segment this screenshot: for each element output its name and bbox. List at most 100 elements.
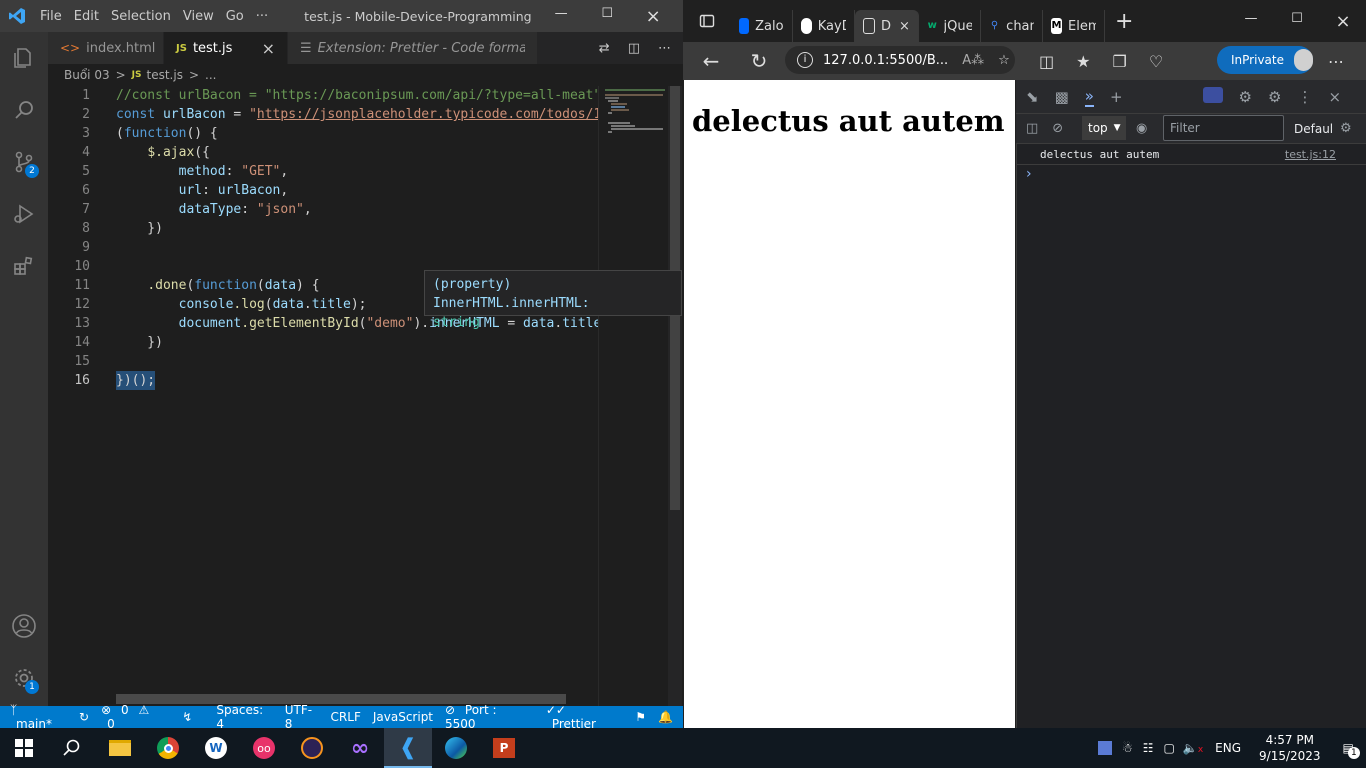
tab-test-js[interactable]: JS test.js × xyxy=(164,32,288,64)
favorite-star-icon[interactable]: ☆ xyxy=(998,53,1010,68)
browser-tab[interactable]: KayDa xyxy=(793,10,855,42)
menu-more[interactable]: ··· xyxy=(256,9,268,24)
inspect-element-icon[interactable]: ⬊ xyxy=(1026,88,1039,106)
tab-close-icon[interactable]: × xyxy=(899,19,910,34)
collections-icon[interactable]: ❐ xyxy=(1112,52,1126,71)
devtools-close-icon[interactable]: × xyxy=(1328,88,1341,106)
read-aloud-icon[interactable]: A⁂ xyxy=(962,53,984,68)
tab-actions-icon[interactable] xyxy=(683,13,731,29)
file-explorer-icon[interactable] xyxy=(96,728,144,768)
breadcrumb-folder[interactable]: Buổi 03 xyxy=(64,68,110,82)
code-line[interactable]: 15 xyxy=(48,352,683,371)
branch-status[interactable]: ᛉ main* xyxy=(10,703,67,731)
code-line[interactable]: 7 dataType: "json", xyxy=(48,200,683,219)
volume-muted-icon[interactable]: 🔈x xyxy=(1183,741,1203,755)
code-line[interactable]: 1 //const urlBacon = "https://baconipsum.… xyxy=(48,86,683,105)
sidebar-toggle-icon[interactable]: ◫ xyxy=(1026,121,1038,136)
eclipse-icon[interactable] xyxy=(288,728,336,768)
new-tab-button[interactable]: + xyxy=(1115,9,1133,34)
tab-close-icon[interactable]: × xyxy=(262,39,275,58)
language-indicator[interactable]: ENG xyxy=(1215,741,1241,755)
accounts-icon[interactable] xyxy=(0,600,48,652)
breadcrumb-file[interactable]: test.js xyxy=(147,68,183,82)
run-debug-icon[interactable] xyxy=(0,188,48,240)
source-control-icon[interactable]: 2 xyxy=(0,136,48,188)
open-changes-icon[interactable]: ⇄ xyxy=(599,41,610,56)
notifications-bell-icon[interactable]: 🔔 xyxy=(658,710,673,724)
browser-essentials-icon[interactable]: ♡ xyxy=(1149,52,1163,71)
minimize-button[interactable]: — xyxy=(538,6,584,27)
customize-icon[interactable]: ⚙ xyxy=(1239,88,1252,106)
browser-tab[interactable]: M Eleme xyxy=(1043,10,1105,42)
menu-go[interactable]: Go xyxy=(226,9,244,24)
live-expression-icon[interactable]: ◉ xyxy=(1136,121,1147,136)
sync-icon[interactable]: ↻ xyxy=(79,710,89,724)
tray-app-icon[interactable] xyxy=(1098,741,1112,755)
console-source-link[interactable]: test.js:12 xyxy=(1285,148,1336,161)
split-screen-icon[interactable]: ◫ xyxy=(1039,52,1054,71)
browser-tab[interactable]: wjQuery xyxy=(919,10,981,42)
console-filter-input[interactable]: Filter xyxy=(1163,115,1284,141)
app-oo-icon[interactable]: oo xyxy=(240,728,288,768)
prettier-status[interactable]: ✓✓ Prettier xyxy=(546,703,623,731)
refresh-icon[interactable]: ↻ xyxy=(739,49,779,73)
explorer-icon[interactable] xyxy=(0,32,48,84)
close-window-button[interactable]: × xyxy=(630,6,676,27)
indentation-status[interactable]: Spaces: 4 xyxy=(216,703,272,731)
back-arrow-icon[interactable]: ← xyxy=(683,49,739,73)
browser-close-button[interactable]: × xyxy=(1320,11,1366,32)
device-emulation-icon[interactable]: ▩ xyxy=(1055,88,1069,106)
app-w-icon[interactable]: W xyxy=(192,728,240,768)
notification-center-icon[interactable]: ▤ 1 xyxy=(1343,741,1360,759)
search-icon[interactable] xyxy=(0,84,48,136)
clear-console-icon[interactable]: ⊘ xyxy=(1052,121,1063,136)
lightning-icon[interactable]: ↯ xyxy=(182,710,192,724)
code-line[interactable]: 4 $.ajax({ xyxy=(48,143,683,162)
breadcrumb-more[interactable]: ... xyxy=(205,68,216,82)
start-button[interactable] xyxy=(0,728,48,768)
tab-index-html[interactable]: <> index.html xyxy=(48,32,164,64)
edge-icon[interactable] xyxy=(432,728,480,768)
browser-tab[interactable]: ⚲ chang xyxy=(981,10,1043,42)
chrome-icon[interactable] xyxy=(144,728,192,768)
minimap[interactable] xyxy=(598,86,668,706)
vscode-taskbar-icon[interactable]: ❰ xyxy=(384,728,432,768)
network-icon[interactable]: ▢ xyxy=(1164,741,1175,755)
address-bar[interactable]: i 127.0.0.1:5500/B... A⁂ ☆ xyxy=(785,46,1015,74)
encoding-status[interactable]: UTF-8 xyxy=(285,703,319,731)
code-line[interactable]: 3 (function() { xyxy=(48,124,683,143)
code-line[interactable]: 2 const urlBacon = "https://jsonplacehold… xyxy=(48,105,683,124)
feedback-icon[interactable]: ⚑ xyxy=(635,710,646,724)
code-editor[interactable]: 1 //const urlBacon = "https://baconipsum.… xyxy=(48,86,683,706)
language-status[interactable]: JavaScript xyxy=(373,710,433,724)
add-tab-icon[interactable]: + xyxy=(1110,88,1123,106)
code-line[interactable]: 8 }) xyxy=(48,219,683,238)
more-actions-icon[interactable]: ⋯ xyxy=(658,41,671,56)
eol-status[interactable]: CRLF xyxy=(331,710,361,724)
browser-maximize-button[interactable]: ☐ xyxy=(1274,11,1320,32)
visual-studio-icon[interactable]: ∞ xyxy=(336,728,384,768)
browser-tab[interactable]: Zalo W xyxy=(731,10,793,42)
taskbar-search-icon[interactable] xyxy=(48,728,96,768)
browser-tab[interactable]: D × xyxy=(855,10,919,42)
issues-icon[interactable] xyxy=(1202,87,1223,107)
code-line[interactable]: 6 url: urlBacon, xyxy=(48,181,683,200)
live-server-status[interactable]: ⊘ Port : 5500 xyxy=(445,703,534,731)
console-settings-icon[interactable]: ⚙ xyxy=(1340,121,1352,136)
menu-view[interactable]: View xyxy=(183,9,214,24)
favorites-icon[interactable]: ★ xyxy=(1076,52,1090,71)
extensions-icon[interactable] xyxy=(0,240,48,292)
problems-status[interactable]: ⊗ 0 ⚠ 0 xyxy=(101,703,170,731)
code-line[interactable]: 9 xyxy=(48,238,683,257)
console-prompt[interactable]: › xyxy=(1026,166,1032,182)
split-editor-icon[interactable]: ◫ xyxy=(628,41,640,56)
more-tabs-icon[interactable]: » xyxy=(1084,87,1094,107)
menu-edit[interactable]: Edit xyxy=(74,9,99,24)
clock[interactable]: 4:57 PM 9/15/2023 xyxy=(1259,732,1321,764)
settings-more-icon[interactable]: ⋯ xyxy=(1328,52,1344,71)
browser-minimize-button[interactable]: — xyxy=(1228,11,1274,32)
tray-app3-icon[interactable]: ☷ xyxy=(1143,741,1154,755)
default-levels-dropdown[interactable]: Defaul xyxy=(1294,122,1333,136)
devtools-more-icon[interactable]: ⋮ xyxy=(1297,88,1312,106)
maximize-button[interactable]: ☐ xyxy=(584,6,630,27)
